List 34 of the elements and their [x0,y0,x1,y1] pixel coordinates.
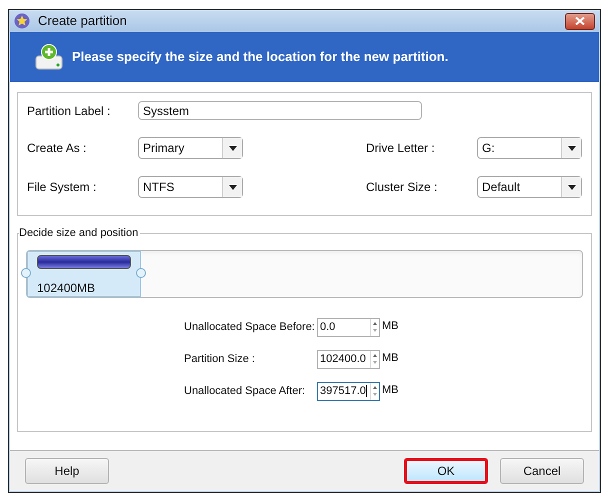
resize-handle[interactable] [21,268,31,278]
dropdown[interactable]: Default [477,176,582,198]
dropdown[interactable]: Primary [138,137,243,159]
dropdown[interactable]: NTFS [138,176,243,198]
caret-icon [568,184,576,190]
field-label: Partition Label : [27,102,112,120]
spin-field[interactable]: 102400.0 [317,350,380,369]
group-title: Decide size and position [19,226,140,240]
banner-text: Please specify the size and the location for the new partition. [72,48,448,66]
add-drive-icon [35,44,63,70]
close-button[interactable] [565,12,595,30]
spin-field[interactable]: 0.0 [317,318,380,337]
field-label: Drive Letter : [366,140,436,157]
unit-text: MB [382,383,398,398]
partition-size-text: 102400MB [37,281,96,295]
field-label: Cluster Size : [366,179,438,196]
close-icon [575,17,585,25]
dialog-button[interactable]: OK [404,458,488,484]
unit-text: MB [382,319,398,334]
caret-icon [568,146,576,150]
label-field[interactable]: Sysstem [138,101,422,120]
unit-text: MB [382,351,398,366]
dropdown[interactable]: G: [477,137,582,159]
dialog-button[interactable]: Cancel [500,458,584,484]
field-label: File System : [27,179,98,196]
field-label: Unallocated Space Before: [184,320,316,336]
window-title: Create partition [38,12,127,30]
caret-icon [228,146,236,150]
field-label: Partition Size : [184,352,256,368]
field-label: Unallocated Space After: [184,384,306,400]
field-label: Create As : [27,140,88,157]
spin-field[interactable]: 397517.0 [317,382,380,401]
dialog-button[interactable]: Help [25,458,109,484]
caret-icon [228,184,236,190]
